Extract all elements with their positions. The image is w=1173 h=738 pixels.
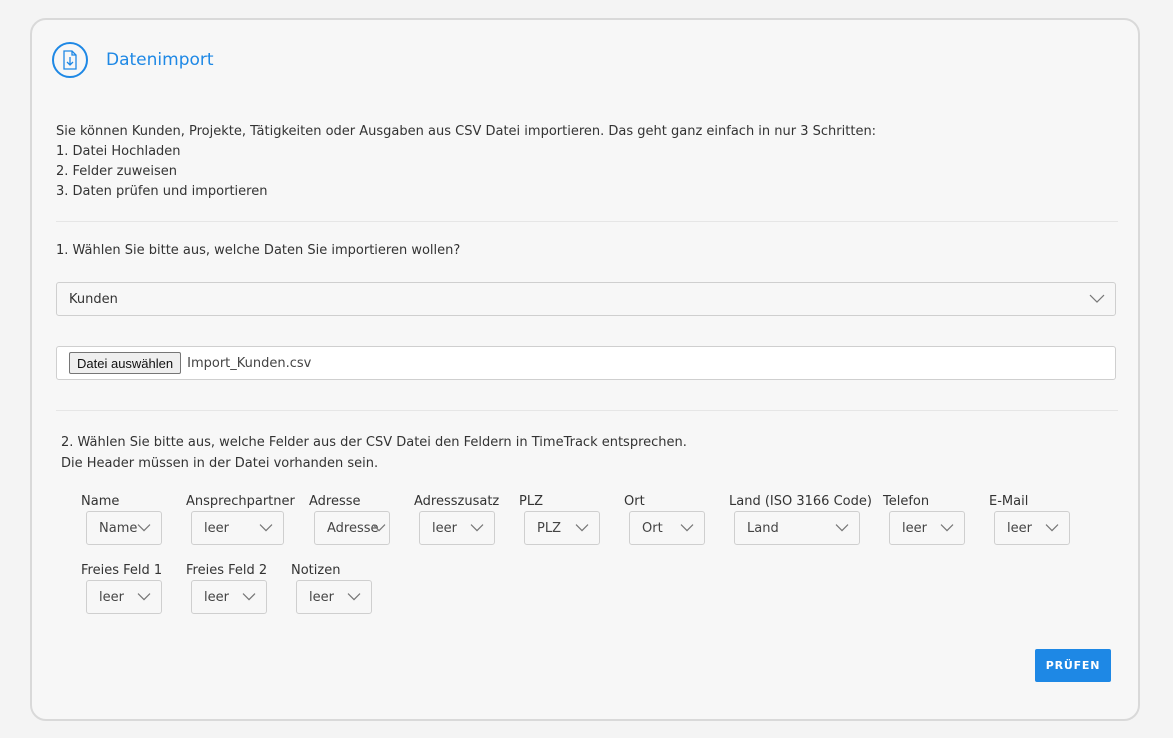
field-select-plz[interactable]: PLZ bbox=[524, 511, 600, 545]
divider bbox=[56, 410, 1118, 411]
field-label-adresse: Adresse bbox=[309, 494, 361, 509]
divider bbox=[56, 221, 1118, 222]
intro-text: Sie können Kunden, Projekte, Tätigkeiten… bbox=[56, 122, 876, 202]
field-value: leer bbox=[204, 520, 229, 536]
file-import-icon bbox=[52, 42, 88, 78]
field-label-freies-feld-2: Freies Feld 2 bbox=[186, 563, 268, 578]
intro-step-2: 2. Felder zuweisen bbox=[56, 164, 177, 179]
chevron-down-icon bbox=[347, 593, 361, 601]
step2-line-2: Die Header müssen in der Datei vorhanden… bbox=[61, 456, 379, 471]
chevron-down-icon bbox=[242, 593, 256, 601]
field-select-ansprechpartner[interactable]: leer bbox=[191, 511, 284, 545]
field-label-freies-feld-1: Freies Feld 1 bbox=[81, 563, 163, 578]
file-upload-field[interactable]: Datei auswählen Import_Kunden.csv bbox=[56, 346, 1116, 380]
chevron-down-icon bbox=[259, 524, 273, 532]
step2-instructions: 2. Wählen Sie bitte aus, welche Felder a… bbox=[61, 432, 687, 474]
field-label-notizen: Notizen bbox=[291, 563, 341, 578]
step2-line-1: 2. Wählen Sie bitte aus, welche Felder a… bbox=[61, 435, 687, 450]
field-value: Adresse bbox=[327, 520, 379, 536]
field-label-ort: Ort bbox=[624, 494, 645, 509]
field-value: leer bbox=[204, 589, 229, 605]
chevron-down-icon bbox=[1089, 294, 1105, 303]
chevron-down-icon bbox=[470, 524, 484, 532]
data-type-value: Kunden bbox=[69, 292, 118, 307]
field-select-ort[interactable]: Ort bbox=[629, 511, 705, 545]
field-value: leer bbox=[309, 589, 334, 605]
field-value: Land bbox=[747, 520, 779, 536]
check-button[interactable]: PRÜFEN bbox=[1035, 649, 1111, 682]
chevron-down-icon bbox=[835, 524, 849, 532]
chevron-down-icon bbox=[940, 524, 954, 532]
field-value: leer bbox=[432, 520, 457, 536]
chevron-down-icon bbox=[137, 524, 151, 532]
file-name: Import_Kunden.csv bbox=[187, 355, 312, 371]
field-select-notizen[interactable]: leer bbox=[296, 580, 372, 614]
field-label-plz: PLZ bbox=[519, 494, 543, 509]
field-value: PLZ bbox=[537, 520, 561, 536]
chevron-down-icon bbox=[372, 524, 386, 532]
field-label-adresszusatz: Adresszusatz bbox=[414, 494, 500, 509]
field-value: Ort bbox=[642, 520, 663, 536]
field-select-land[interactable]: Land bbox=[734, 511, 860, 545]
field-label-ansprechpartner: Ansprechpartner bbox=[186, 494, 295, 509]
field-select-email[interactable]: leer bbox=[994, 511, 1070, 545]
field-select-adresse[interactable]: Adresse bbox=[314, 511, 390, 545]
field-select-freies-feld-2[interactable]: leer bbox=[191, 580, 267, 614]
field-value: leer bbox=[902, 520, 927, 536]
field-label-name: Name bbox=[81, 494, 120, 509]
field-value: Name bbox=[99, 520, 138, 536]
intro-step-1: 1. Datei Hochladen bbox=[56, 144, 181, 159]
step1-question: 1. Wählen Sie bitte aus, welche Daten Si… bbox=[56, 243, 461, 258]
field-select-telefon[interactable]: leer bbox=[889, 511, 965, 545]
field-label-land: Land (ISO 3166 Code) bbox=[729, 494, 872, 509]
field-label-telefon: Telefon bbox=[883, 494, 930, 509]
chevron-down-icon bbox=[680, 524, 694, 532]
chevron-down-icon bbox=[575, 524, 589, 532]
data-type-select[interactable]: Kunden bbox=[56, 282, 1116, 316]
field-label-email: E-Mail bbox=[989, 494, 1029, 509]
import-card: Datenimport Sie können Kunden, Projekte,… bbox=[30, 18, 1140, 721]
field-value: leer bbox=[99, 589, 124, 605]
chevron-down-icon bbox=[137, 593, 151, 601]
field-select-adresszusatz[interactable]: leer bbox=[419, 511, 495, 545]
field-select-name[interactable]: Name bbox=[86, 511, 162, 545]
field-select-freies-feld-1[interactable]: leer bbox=[86, 580, 162, 614]
choose-file-button[interactable]: Datei auswählen bbox=[69, 352, 182, 374]
intro-paragraph: Sie können Kunden, Projekte, Tätigkeiten… bbox=[56, 124, 877, 139]
intro-step-3: 3. Daten prüfen und importieren bbox=[56, 184, 268, 199]
chevron-down-icon bbox=[1045, 524, 1059, 532]
field-value: leer bbox=[1007, 520, 1032, 536]
page-title: Datenimport bbox=[106, 50, 214, 70]
